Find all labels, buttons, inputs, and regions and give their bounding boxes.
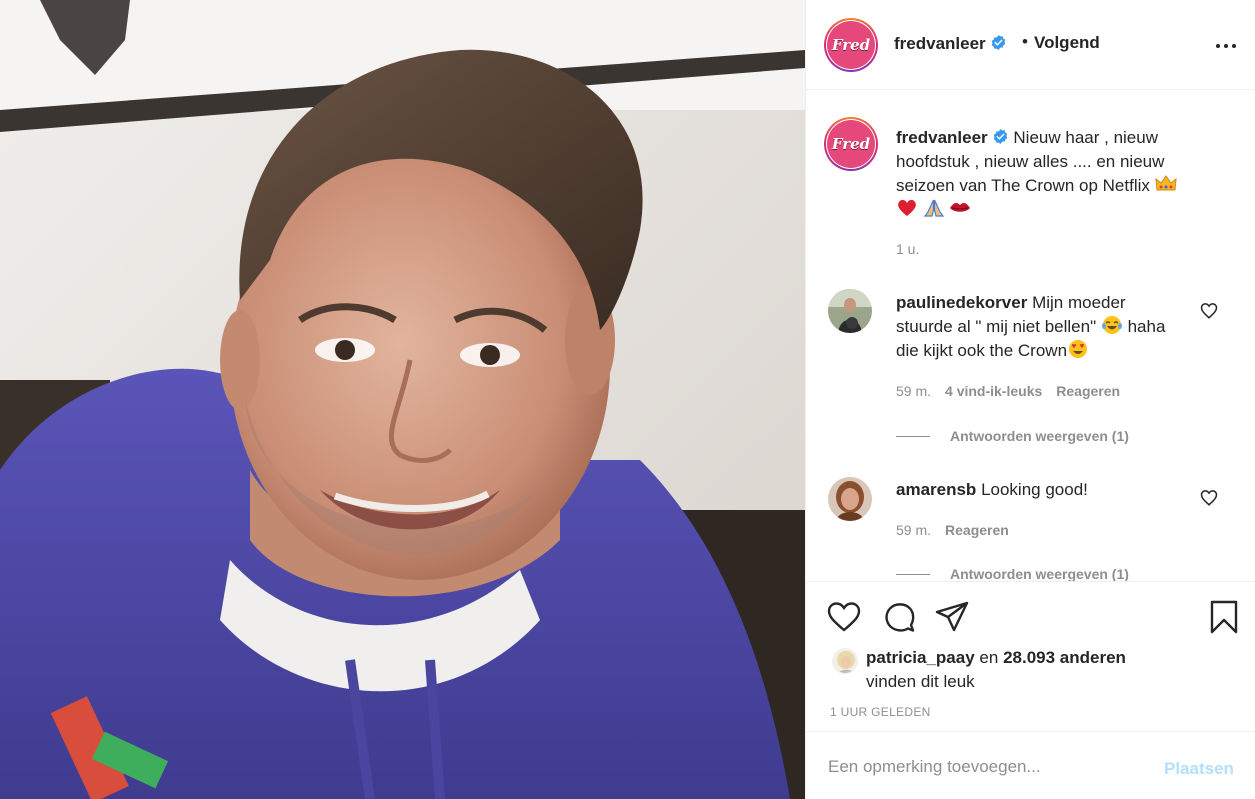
- caption-author-avatar[interactable]: Fred: [824, 117, 878, 171]
- add-comment-bar: Plaatsen: [806, 731, 1255, 799]
- comment-meta: 59 m. 4 vind-ik-leuks Reageren: [896, 383, 1120, 399]
- likes-summary: patricia_paay en 28.093 anderen vinden d…: [866, 646, 1206, 694]
- avatar-logo-text: Fred: [831, 36, 871, 54]
- caption-username[interactable]: fredvanleer: [896, 128, 988, 147]
- post-comment-button[interactable]: Plaatsen: [1164, 759, 1234, 779]
- heart-icon[interactable]: [826, 599, 862, 635]
- like-comment-heart-icon[interactable]: [1200, 489, 1218, 507]
- verified-badge-icon: [991, 35, 1005, 50]
- verified-badge-icon: [993, 129, 1007, 144]
- comments-list[interactable]: Fred fredvanleer Nieuw haar , nieuw hoof…: [806, 91, 1255, 581]
- selfie-illustration: [0, 0, 805, 799]
- liker-username[interactable]: patricia_paay: [866, 648, 975, 667]
- likes-suffix: vinden dit leuk: [866, 672, 975, 691]
- post-photo[interactable]: [0, 0, 805, 799]
- post-details-panel: Fred fredvanleer • Volgend Fred fredvanl…: [805, 0, 1255, 799]
- folded-hands-emoji: [923, 199, 944, 217]
- replies-divider: [896, 436, 930, 437]
- separator-dot: •: [1022, 32, 1028, 51]
- comment-text: amarensb Looking good!: [896, 478, 1186, 502]
- author-username-link[interactable]: fredvanleer: [894, 34, 1007, 54]
- post-actions: patricia_paay en 28.093 anderen vinden d…: [806, 581, 1255, 731]
- comment-username[interactable]: paulinedekorver: [896, 293, 1027, 312]
- comment-input[interactable]: [828, 754, 1148, 780]
- view-replies-label: Antwoorden weergeven (1): [950, 566, 1129, 581]
- post-timestamp[interactable]: 1 UUR GELEDEN: [830, 705, 931, 719]
- liker-avatar[interactable]: [832, 648, 858, 674]
- comment-username[interactable]: amarensb: [896, 480, 976, 499]
- comment-meta: 59 m. Reageren: [896, 522, 1009, 538]
- tears-of-joy-emoji: [1101, 316, 1122, 334]
- likes-connector: en: [979, 648, 999, 667]
- view-replies-label: Antwoorden weergeven (1): [950, 428, 1129, 444]
- comment-timestamp[interactable]: 59 m.: [896, 522, 931, 538]
- more-options-icon[interactable]: [1214, 34, 1238, 58]
- view-replies-button[interactable]: Antwoorden weergeven (1): [896, 566, 1129, 581]
- author-avatar[interactable]: Fred: [824, 18, 878, 72]
- comment-likes-count[interactable]: 4 vind-ik-leuks: [945, 383, 1042, 399]
- post-header: Fred fredvanleer • Volgend: [806, 0, 1255, 90]
- author-username[interactable]: fredvanleer: [894, 34, 986, 53]
- comment-icon[interactable]: [881, 599, 917, 635]
- heart-eyes-emoji: [1069, 340, 1088, 358]
- caption-timestamp[interactable]: 1 u.: [896, 241, 919, 257]
- replies-divider: [896, 574, 930, 575]
- crown-emoji: [1155, 175, 1177, 191]
- following-button[interactable]: Volgend: [1034, 33, 1100, 53]
- bookmark-icon[interactable]: [1206, 599, 1242, 635]
- red-heart-emoji: [898, 199, 916, 216]
- likes-others-count[interactable]: 28.093 anderen: [1003, 648, 1126, 667]
- commenter-avatar[interactable]: [828, 289, 872, 333]
- view-replies-button[interactable]: Antwoorden weergeven (1): [896, 428, 1129, 444]
- reply-button[interactable]: Reageren: [945, 522, 1009, 538]
- comment-timestamp[interactable]: 59 m.: [896, 383, 931, 399]
- share-icon[interactable]: [934, 599, 970, 635]
- commenter-avatar[interactable]: [828, 477, 872, 521]
- caption-avatar-logo-text: Fred: [831, 135, 871, 153]
- comment-text: paulinedekorver Mijn moeder stuurde al "…: [896, 291, 1186, 363]
- comment-body: Looking good!: [981, 480, 1088, 499]
- post-caption: fredvanleer Nieuw haar , nieuw hoofdstuk…: [896, 126, 1216, 222]
- lips-emoji: [950, 203, 971, 212]
- reply-button[interactable]: Reageren: [1056, 383, 1120, 399]
- like-comment-heart-icon[interactable]: [1200, 302, 1218, 320]
